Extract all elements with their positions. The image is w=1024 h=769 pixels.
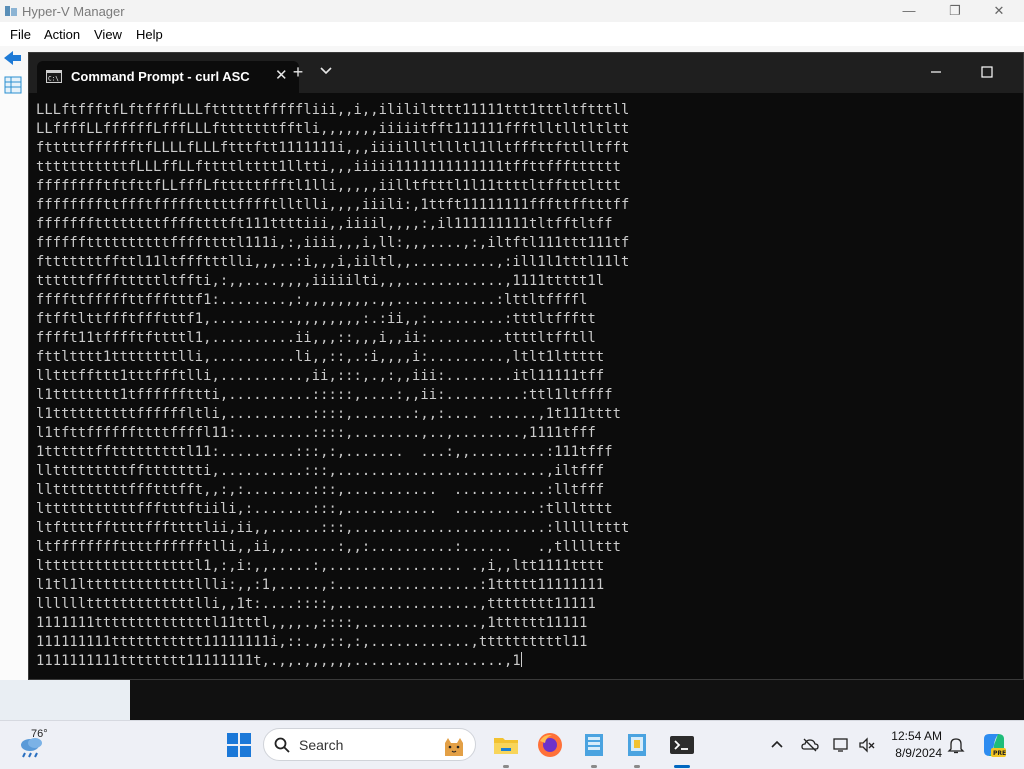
new-tab-button[interactable]: + — [290, 62, 306, 83]
terminal-line: ltttttttttttffftttftiili,:.......:::,...… — [36, 501, 613, 517]
terminal-titlebar: C:\ Command Prompt - curl ASC ✕ + — [29, 53, 1023, 93]
firefox-icon[interactable] — [536, 731, 564, 759]
weather-temperature[interactable]: 76° — [31, 728, 48, 740]
terminal-line: lttttttttttttttttttl1,:,i:,,.....:,.....… — [36, 558, 605, 574]
terminal-line: fffft11tfffftfttttl1,..........ii,,,::,,… — [36, 330, 596, 346]
terminal-line: lltttttttttffttttttti,..........:::,....… — [36, 463, 605, 479]
terminal-tab[interactable]: C:\ Command Prompt - curl ASC ✕ — [37, 61, 299, 93]
command-prompt-icon: C:\ — [46, 70, 62, 83]
tab-close-button[interactable]: ✕ — [275, 66, 288, 84]
terminal-line: ftfftlttffftffftttf1,..........,,,,,,,,:… — [36, 311, 596, 327]
hyperv-close-button[interactable]: ✕ — [976, 0, 1022, 22]
svg-text:PRE: PRE — [993, 750, 1006, 757]
copilot-icon[interactable]: PRE — [980, 731, 1008, 759]
menu-help[interactable]: Help — [136, 27, 163, 42]
terminal-line: ffffffffttffftffffftttttfffftlltlli,,,,i… — [36, 197, 630, 213]
menu-view[interactable]: View — [94, 27, 122, 42]
terminal-output[interactable]: LLLftffftfLftffffLLLfttttttfffffliii,,i,… — [36, 101, 1016, 673]
back-arrow-icon[interactable] — [4, 50, 22, 66]
terminal-line: fffffffttttttttffffttttft111ttttiii,,iii… — [36, 216, 613, 232]
terminal-line: l1ttttttttttffffffltli,..........::::,..… — [36, 406, 621, 422]
file-explorer-icon[interactable] — [492, 731, 520, 759]
table-icon[interactable] — [4, 76, 22, 94]
terminal-line: 1111111111tttttttt11111111t,.,,.,,,,,,..… — [36, 652, 522, 669]
hyperv-status-area — [0, 680, 130, 720]
terminal-line: lllllltttttttttttttlli,,1t:....::::,....… — [36, 596, 596, 612]
terminal-line: ltffffffffttttfffffftlli,,ii,,......:,,:… — [36, 539, 621, 555]
search-icon — [274, 737, 290, 753]
hyperv-maximize-button[interactable]: ❐ — [932, 0, 978, 22]
taskbar-search-box[interactable]: Search — [263, 728, 476, 761]
menu-file[interactable]: File — [10, 27, 31, 42]
notification-bell-icon[interactable] — [947, 736, 965, 754]
hyperv-app-icon — [5, 6, 17, 16]
terminal-icon[interactable] — [668, 731, 696, 759]
terminal-line: 1111111ttttttttttttttl11tttl,,,,.,::::,.… — [36, 615, 588, 631]
menu-action[interactable]: Action — [44, 27, 80, 42]
terminal-minimize-button[interactable] — [926, 63, 946, 81]
terminal-line: fttltttt1ttttttttlli,..........li,,::,.:… — [36, 349, 605, 365]
terminal-line: 111111111ttttttttttt11111111i,::.,,::,:,… — [36, 634, 588, 650]
terminal-line: ltfttttffttttfffttttlii,ii,,......:::,..… — [36, 520, 630, 536]
terminal-line: LLffffLLffffffLfffLLLftttttttfftli,,,,,,… — [36, 121, 630, 137]
chevron-down-icon[interactable] — [320, 66, 332, 76]
search-highlight-cat-icon — [445, 738, 463, 756]
terminal-line: ffffffttttttttttffffttttl111i,:,iiii,,,i… — [36, 235, 630, 251]
text-cursor — [520, 652, 522, 667]
search-placeholder: Search — [299, 737, 344, 753]
hyperv-menubar: File Action View Help — [0, 24, 1024, 44]
hyperv-titlebar: Hyper-V Manager — ❐ ✕ — [0, 0, 1024, 22]
clock-date[interactable]: 8/9/2024 — [886, 746, 942, 760]
onedrive-offline-icon[interactable] — [801, 736, 819, 754]
hyperv-title: Hyper-V Manager — [22, 4, 125, 19]
terminal-maximize-button[interactable] — [977, 63, 997, 81]
taskbar: 76° Search 12:54 AM 8/9/2024 PRE — [0, 720, 1024, 769]
hyperv-minimize-button[interactable]: — — [886, 0, 932, 22]
clock-time[interactable]: 12:54 AM — [886, 729, 942, 743]
server-manager-icon[interactable] — [580, 731, 608, 759]
tab-title: Command Prompt - curl ASC — [71, 69, 250, 84]
terminal-line: ftttttttffttl11ltffftttlli,,,..:i,,,i,ii… — [36, 254, 630, 270]
terminal-line: ttttttfffftttttltffti,:,,....,,,,iiiiilt… — [36, 273, 605, 289]
terminal-line: lltttttttttffftttfft,,:,:........:::,...… — [36, 482, 605, 498]
terminal-line: lltttffttt1tttffftlli,..........,ii,:::,… — [36, 368, 605, 384]
chevron-up-icon[interactable] — [768, 736, 786, 754]
terminal-line: fffffffftftfttfLLfffLftttttffftl1lli,,,,… — [36, 178, 621, 194]
terminal-line: 1ttttttfftttttttttl11:.........:::,:,...… — [36, 444, 613, 460]
terminal-line: tttttttttttfLLLffLLfttttltttt1lltti,,,ii… — [36, 159, 621, 175]
terminal-window: C:\ Command Prompt - curl ASC ✕ + LLLftf… — [28, 52, 1024, 680]
start-windows-icon[interactable] — [225, 731, 253, 759]
terminal-line: ftttttfffffftfLLLLfLLLftttftt1111111i,,,… — [36, 140, 630, 156]
terminal-line: LLLftffftfLftffffLLLfttttttfffffliii,,i,… — [36, 102, 630, 118]
terminal-line: l1tttttttt1tffffffttti,..........:::::,.… — [36, 387, 613, 403]
terminal-line: l1tfttffffffttttffffl11:.........::::,..… — [36, 425, 596, 441]
terminal-line: l1tl1ltttttttttttttllli:,,:1,.....,:....… — [36, 577, 605, 593]
svg-text:C:\: C:\ — [48, 76, 59, 83]
terminal-line: ffffttfffffttffftttf1:........,:,,,,,,,,… — [36, 292, 588, 308]
volume-muted-icon[interactable] — [858, 736, 876, 754]
desktop-background — [130, 680, 1024, 720]
network-icon[interactable] — [833, 736, 851, 754]
hyperv-manager-icon[interactable] — [623, 731, 651, 759]
hyperv-tree-pane — [0, 70, 29, 695]
